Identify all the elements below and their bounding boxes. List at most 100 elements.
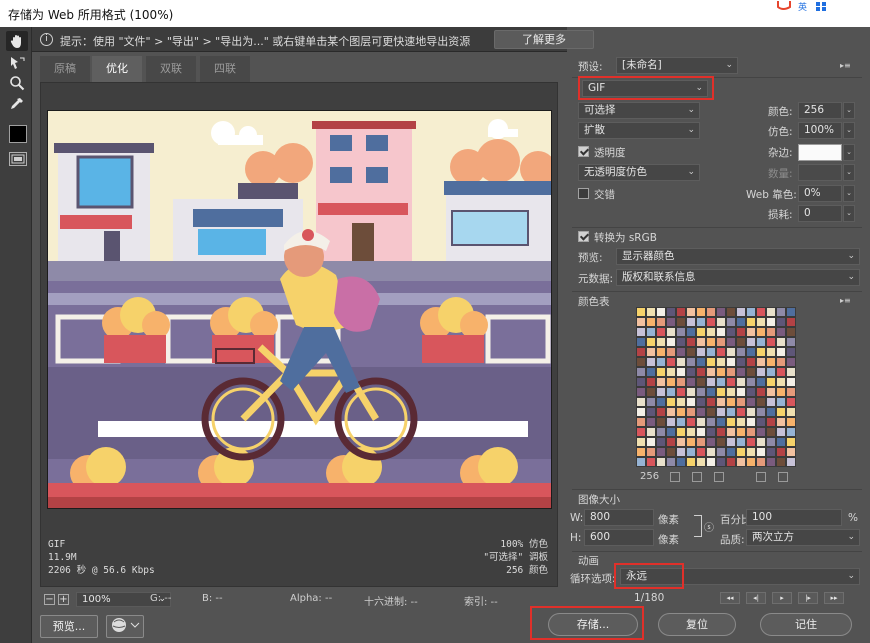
color-swatch[interactable] — [636, 407, 646, 417]
colors-dropdown[interactable]: ⌄ — [843, 102, 855, 119]
color-swatch[interactable] — [686, 327, 696, 337]
color-swatch[interactable] — [656, 427, 666, 437]
color-swatch[interactable] — [766, 357, 776, 367]
interlaced-checkbox[interactable] — [578, 188, 589, 199]
color-swatch[interactable] — [786, 337, 796, 347]
color-swatch[interactable] — [696, 427, 706, 437]
color-swatch[interactable] — [756, 357, 766, 367]
color-swatch[interactable] — [676, 447, 686, 457]
color-swatch[interactable] — [646, 327, 656, 337]
color-swatch[interactable] — [696, 337, 706, 347]
color-swatch[interactable] — [726, 307, 736, 317]
color-swatch[interactable] — [686, 357, 696, 367]
color-swatch[interactable] — [696, 397, 706, 407]
color-swatch[interactable] — [666, 337, 676, 347]
color-swatch[interactable] — [766, 307, 776, 317]
color-swatch[interactable] — [746, 437, 756, 447]
dither-field[interactable]: 100% — [798, 122, 842, 139]
color-swatch[interactable] — [766, 377, 776, 387]
web-snap-dropdown[interactable]: ⌄ — [843, 185, 855, 202]
color-swatch[interactable] — [716, 367, 726, 377]
matte-color-field[interactable] — [798, 144, 842, 161]
color-swatch[interactable] — [696, 327, 706, 337]
color-swatch[interactable] — [756, 427, 766, 437]
color-swatch[interactable] — [696, 347, 706, 357]
color-swatch[interactable] — [776, 307, 786, 317]
color-swatch[interactable] — [706, 307, 716, 317]
convert-srgb-checkbox[interactable] — [578, 231, 589, 242]
color-swatch[interactable] — [676, 437, 686, 447]
color-swatch[interactable] — [686, 447, 696, 457]
color-swatch[interactable] — [696, 307, 706, 317]
color-swatch[interactable] — [736, 397, 746, 407]
color-swatch[interactable] — [636, 417, 646, 427]
color-swatch[interactable] — [756, 447, 766, 457]
color-swatch[interactable] — [636, 427, 646, 437]
color-swatch[interactable] — [776, 387, 786, 397]
color-swatch[interactable] — [736, 337, 746, 347]
color-swatch[interactable] — [786, 447, 796, 457]
color-swatch[interactable] — [776, 407, 786, 417]
color-swatch[interactable] — [706, 437, 716, 447]
color-swatch[interactable] — [706, 347, 716, 357]
color-swatch[interactable] — [786, 387, 796, 397]
color-swatch[interactable] — [666, 427, 676, 437]
color-swatch[interactable] — [716, 327, 726, 337]
transparency-dither-select[interactable]: 无透明度仿色 ⌄ — [578, 164, 700, 181]
color-swatch[interactable] — [756, 347, 766, 357]
new-color-icon[interactable] — [756, 472, 766, 482]
color-swatch[interactable] — [686, 377, 696, 387]
color-swatch[interactable] — [666, 417, 676, 427]
color-swatch[interactable] — [716, 427, 726, 437]
matte-dropdown[interactable]: ⌄ — [843, 144, 855, 161]
color-swatch[interactable] — [696, 367, 706, 377]
color-swatch[interactable] — [646, 347, 656, 357]
color-swatch[interactable] — [716, 377, 726, 387]
color-swatch[interactable] — [716, 387, 726, 397]
color-swatch[interactable] — [666, 357, 676, 367]
preview-select[interactable]: 显示器颜色 ⌄ — [616, 248, 860, 265]
color-swatch[interactable] — [676, 347, 686, 357]
tab-4-up[interactable]: 四联 — [200, 56, 250, 82]
color-swatch[interactable] — [786, 457, 796, 467]
color-swatch[interactable] — [676, 377, 686, 387]
color-swatch[interactable] — [706, 407, 716, 417]
color-swatch[interactable] — [746, 377, 756, 387]
color-swatch[interactable] — [786, 317, 796, 327]
color-swatch[interactable] — [746, 337, 756, 347]
loop-select[interactable]: 永远 ⌄ — [620, 568, 860, 585]
map-to-transparent-icon[interactable] — [670, 472, 680, 482]
color-swatch[interactable] — [686, 337, 696, 347]
color-swatch[interactable] — [656, 377, 666, 387]
color-swatch[interactable] — [726, 337, 736, 347]
color-swatch[interactable] — [706, 317, 716, 327]
color-swatch[interactable] — [746, 317, 756, 327]
color-swatch[interactable] — [636, 447, 646, 457]
color-swatch[interactable] — [676, 317, 686, 327]
color-swatch[interactable] — [646, 407, 656, 417]
color-swatch[interactable] — [776, 417, 786, 427]
color-swatch[interactable] — [736, 317, 746, 327]
delete-color-icon[interactable] — [778, 472, 788, 482]
color-swatch[interactable] — [706, 327, 716, 337]
color-swatch[interactable] — [736, 437, 746, 447]
quality-select[interactable]: 两次立方 ⌄ — [746, 529, 860, 546]
color-swatch[interactable] — [716, 317, 726, 327]
color-swatch[interactable] — [776, 437, 786, 447]
lock-color-icon[interactable] — [714, 472, 724, 482]
color-swatch[interactable] — [766, 447, 776, 457]
color-swatch[interactable] — [746, 367, 756, 377]
color-swatch[interactable] — [646, 417, 656, 427]
last-frame-button[interactable]: ▸▸ — [824, 592, 844, 604]
color-swatch[interactable] — [756, 407, 766, 417]
preset-menu-icon[interactable]: ▸≡ — [840, 61, 852, 70]
color-swatch[interactable] — [716, 337, 726, 347]
color-swatch[interactable] — [746, 347, 756, 357]
color-swatch[interactable] — [686, 367, 696, 377]
dither-dropdown[interactable]: ⌄ — [843, 122, 855, 139]
web-shift-icon[interactable] — [692, 472, 702, 482]
color-swatch[interactable] — [786, 397, 796, 407]
color-swatch[interactable] — [786, 307, 796, 317]
remember-button[interactable]: 记住 — [760, 613, 852, 636]
color-swatch[interactable] — [766, 347, 776, 357]
